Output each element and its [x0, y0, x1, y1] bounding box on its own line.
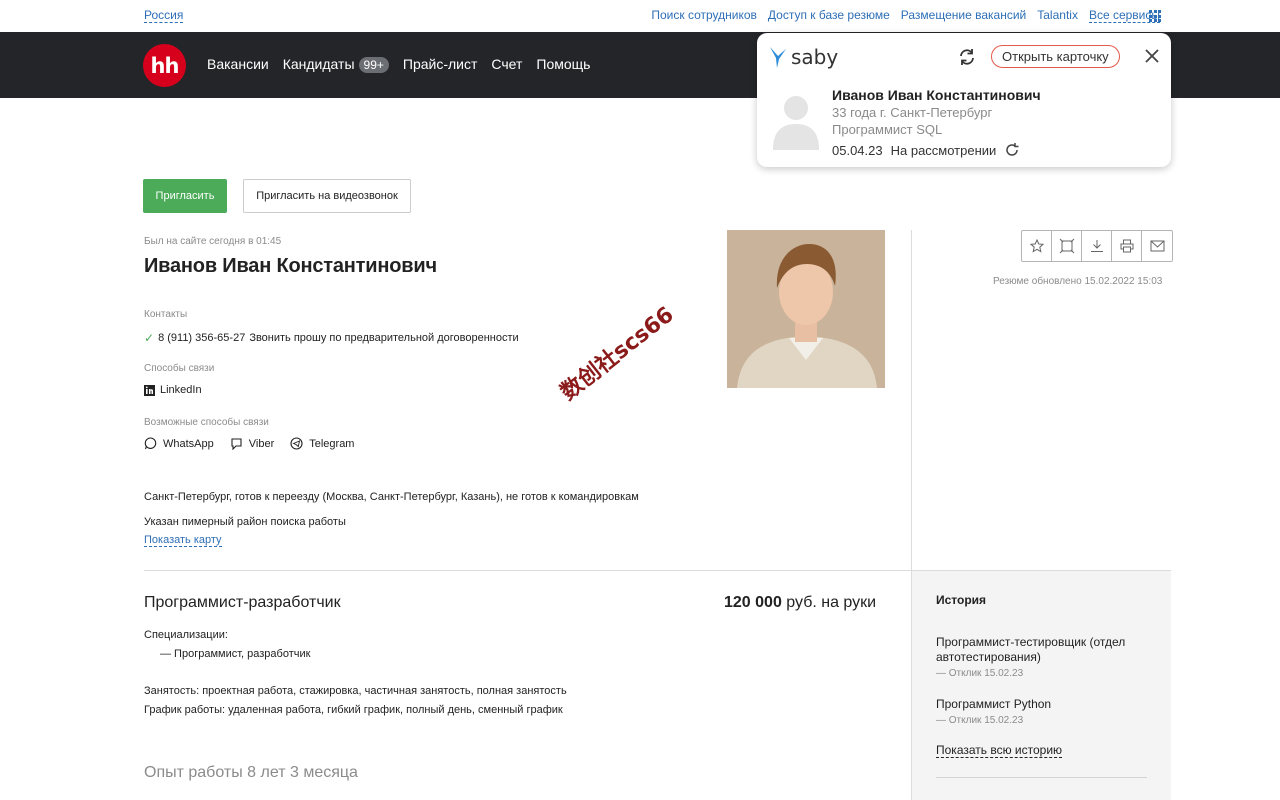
top-link-resume-db[interactable]: Доступ к базе резюме — [768, 9, 890, 23]
mail-icon — [1150, 240, 1164, 252]
show-all-history-link[interactable]: Показать всю историю — [936, 744, 1063, 758]
phone-note: Звонить прошу по предварительной договор… — [249, 332, 519, 344]
status-refresh-icon[interactable] — [1004, 142, 1020, 158]
top-strip: Россия Поиск сотрудников Доступ к базе р… — [0, 0, 1280, 32]
whatsapp-icon — [144, 437, 157, 450]
saby-brand: saby — [791, 45, 839, 69]
phone-number[interactable]: 8 (911) 356-65-27 — [158, 332, 245, 344]
telegram-label: Telegram — [309, 437, 355, 450]
possible-methods-label: Возможные способы связи — [144, 417, 269, 428]
saby-age-city: 33 года г. Санкт-Петербург — [832, 105, 993, 120]
candidates-count-badge: 99+ — [358, 57, 389, 73]
nav-help[interactable]: Помощь — [536, 56, 590, 72]
history-item-sub: — Отклик 15.02.23 — [936, 668, 1024, 679]
viber-label: Viber — [248, 437, 275, 450]
invite-video-call-button[interactable]: Пригласить на видеозвонок — [243, 179, 411, 213]
sync-icon[interactable] — [957, 47, 977, 67]
top-links: Поиск сотрудников Доступ к базе резюме Р… — [651, 9, 1160, 23]
work-schedule: График работы: удаленная работа, гибкий … — [144, 704, 563, 716]
nav-price-list[interactable]: Прайс-лист — [403, 56, 478, 72]
saby-status: На рассмотрении — [890, 142, 997, 158]
search-area-note: Указан пимерный район поиска работы — [144, 516, 346, 528]
contacts-label: Контакты — [144, 309, 188, 320]
main-nav: Вакансии Кандидаты 99+ Прайс-лист Счет По… — [207, 56, 590, 73]
history-title: История — [936, 593, 987, 607]
viber-icon — [231, 438, 242, 450]
phone-row: ✓ 8 (911) 356-65-27 Звонить прошу по пре… — [144, 331, 519, 345]
printer-icon — [1120, 239, 1133, 253]
apps-grid-icon[interactable] — [1149, 10, 1161, 22]
top-link-employee-search[interactable]: Поиск сотрудников — [651, 9, 757, 23]
specialization-item: — Программист, разработчик — [160, 648, 311, 660]
saby-bird-icon — [770, 47, 786, 68]
download-button[interactable] — [1082, 231, 1112, 261]
saby-position: Программист SQL — [832, 122, 943, 137]
messenger-telegram[interactable]: Telegram — [290, 437, 354, 450]
saby-date: 05.04.23 — [832, 142, 883, 158]
open-card-button[interactable]: Открыть карточку — [991, 45, 1120, 68]
saby-logo: saby — [769, 45, 838, 69]
specializations-label: Специализации: — [144, 629, 228, 641]
telegram-icon — [290, 437, 303, 450]
linkedin-row[interactable]: LinkedIn — [144, 384, 202, 396]
compare-button[interactable] — [1052, 231, 1082, 261]
last-seen: Был на сайте сегодня в 01:45 — [144, 236, 282, 247]
candidate-photo — [727, 230, 885, 388]
verified-check-icon: ✓ — [144, 331, 155, 345]
salary-amount: 120 000 — [724, 594, 782, 611]
close-icon[interactable] — [1143, 47, 1161, 65]
email-button[interactable] — [1142, 231, 1172, 261]
invite-button[interactable]: Пригласить — [143, 179, 227, 213]
region-selector[interactable]: Россия — [144, 9, 184, 23]
favorite-button[interactable] — [1022, 231, 1052, 261]
nav-candidates[interactable]: Кандидаты 99+ — [282, 56, 389, 73]
nav-invoice[interactable]: Счет — [491, 56, 522, 72]
nav-vacancies[interactable]: Вакансии — [207, 56, 269, 72]
messenger-whatsapp[interactable]: WhatsApp — [144, 437, 214, 450]
saby-status-row: 05.04.23 На рассмотрении — [832, 142, 1020, 158]
desired-position: Программист-разработчик — [144, 594, 341, 611]
whatsapp-label: WhatsApp — [163, 437, 214, 450]
frame-icon — [1059, 238, 1074, 254]
saby-candidate-popup: saby Открыть карточку Иванов Иван Конста… — [757, 33, 1171, 167]
experience-heading: Опыт работы 8 лет 3 месяца — [144, 764, 358, 781]
star-icon — [1029, 239, 1044, 253]
top-link-vacancy-post[interactable]: Размещение вакансий — [901, 9, 1026, 23]
salary-suffix: руб. на руки — [786, 594, 877, 611]
location-text: Санкт-Петербург, готов к переезду (Москв… — [144, 491, 639, 503]
avatar-placeholder-icon — [773, 96, 819, 150]
history-item-title[interactable]: Программист-тестировщик (отдел автотести… — [936, 635, 1156, 665]
candidate-name: Иванов Иван Константинович — [144, 255, 437, 277]
hh-logo[interactable]: hh — [143, 44, 186, 87]
employment-type: Занятость: проектная работа, стажировка,… — [144, 685, 567, 697]
messenger-viber[interactable]: Viber — [230, 437, 274, 450]
desired-salary: 120 000 руб. на руки — [724, 594, 876, 612]
history-item-sub: — Отклик 15.02.23 — [936, 715, 1024, 726]
messengers-row: WhatsApp Viber Telegram — [144, 437, 360, 450]
resume-updated: Резюме обновлено 15.02.2022 15:03 — [993, 276, 1163, 287]
print-button[interactable] — [1112, 231, 1142, 261]
history-separator — [936, 777, 1147, 778]
linkedin-label: LinkedIn — [160, 384, 202, 396]
history-sidebar: История Программист-тестировщик (отдел а… — [912, 571, 1171, 800]
watermark-text: 数创社scs66 — [556, 302, 679, 406]
resume-toolbar — [1021, 230, 1173, 262]
nav-candidates-label: Кандидаты — [282, 56, 355, 72]
saby-candidate-name: Иванов Иван Константинович — [832, 87, 1041, 103]
history-item-title[interactable]: Программист Python — [936, 697, 1156, 712]
person-photo-icon — [727, 230, 885, 388]
download-icon — [1090, 240, 1103, 252]
top-link-talantix[interactable]: Talantix — [1037, 9, 1078, 23]
show-map-link[interactable]: Показать карту — [144, 534, 222, 547]
linkedin-icon — [144, 384, 155, 396]
contact-methods-label: Способы связи — [144, 363, 215, 374]
